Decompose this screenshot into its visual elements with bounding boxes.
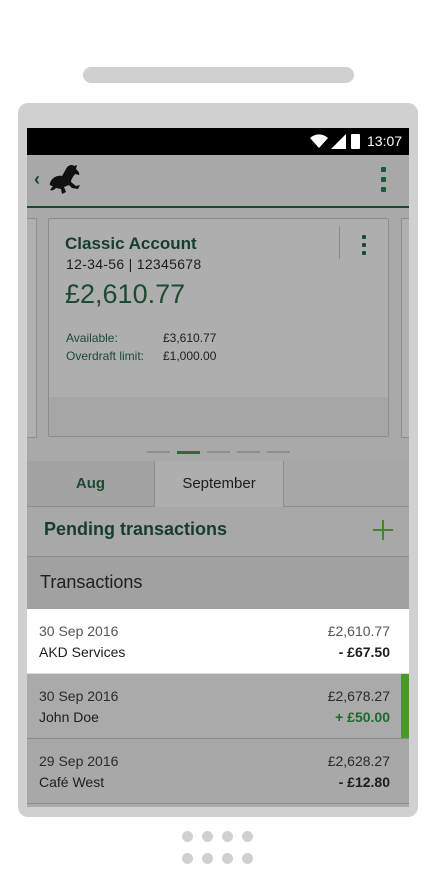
card-divider bbox=[339, 226, 340, 259]
transaction-amount: - £67.50 bbox=[338, 644, 390, 660]
transaction-row[interactable]: 30 Sep 2016 John Doe £2,678.27 + £50.00 bbox=[27, 674, 409, 739]
app-header: ‹ bbox=[27, 155, 409, 208]
pending-transactions-section[interactable]: Pending transactions bbox=[27, 507, 409, 557]
transaction-balance: £2,610.77 bbox=[327, 623, 390, 639]
next-account-card[interactable] bbox=[401, 218, 409, 438]
page-dot[interactable] bbox=[182, 853, 193, 864]
account-balance: £2,610.77 bbox=[65, 279, 186, 309]
signal-icon bbox=[331, 134, 346, 149]
transaction-date: 29 Sep 2016 bbox=[39, 753, 119, 769]
transaction-balance: £2,678.27 bbox=[327, 688, 390, 704]
plus-icon[interactable] bbox=[372, 519, 394, 541]
previous-account-card[interactable] bbox=[27, 218, 37, 438]
transaction-date: 30 Sep 2016 bbox=[39, 688, 119, 704]
page-dot[interactable] bbox=[202, 831, 213, 842]
transaction-row[interactable]: 29 Sep 2016 Café West £2,628.27 - £12.80 bbox=[27, 739, 409, 804]
page-dot[interactable] bbox=[182, 831, 193, 842]
transaction-name: John Doe bbox=[39, 709, 99, 725]
pager-dash bbox=[147, 451, 170, 453]
available-label: Available: bbox=[66, 331, 118, 345]
transaction-date: 30 Sep 2016 bbox=[39, 623, 119, 639]
account-card[interactable]: Classic Account 12-34-56 | 12345678 £2,6… bbox=[48, 218, 389, 437]
app-screen: 13:07 ‹ Classic Account 12-34-56 | 12345… bbox=[27, 128, 409, 807]
pending-title: Pending transactions bbox=[44, 519, 228, 539]
back-chevron-icon[interactable]: ‹ bbox=[34, 169, 40, 190]
transaction-amount: + £50.00 bbox=[335, 709, 390, 725]
page-dot[interactable] bbox=[242, 853, 253, 864]
carousel-pager bbox=[147, 451, 290, 455]
page-dot[interactable] bbox=[242, 831, 253, 842]
account-name: Classic Account bbox=[65, 234, 197, 253]
battery-icon bbox=[351, 134, 360, 149]
month-tabs: Aug September bbox=[27, 461, 409, 507]
account-number: 12-34-56 | 12345678 bbox=[66, 256, 202, 272]
available-value: £3,610.77 bbox=[163, 331, 217, 345]
transaction-name: Café West bbox=[39, 774, 105, 790]
device-speaker bbox=[83, 67, 354, 83]
tab-september[interactable]: September bbox=[154, 461, 284, 507]
tab-aug[interactable]: Aug bbox=[27, 461, 154, 507]
transaction-name: AKD Services bbox=[39, 644, 126, 660]
tutorial-page-dots bbox=[182, 831, 256, 867]
overdraft-value: £1,000.00 bbox=[163, 349, 217, 363]
overflow-menu-icon[interactable] bbox=[379, 167, 387, 195]
black-horse-logo-icon bbox=[49, 165, 80, 194]
transaction-row[interactable]: 30 Sep 2016 AKD Services £2,610.77 - £67… bbox=[27, 609, 409, 674]
page-dot[interactable] bbox=[222, 831, 233, 842]
status-bar: 13:07 bbox=[27, 128, 409, 155]
transactions-title: Transactions bbox=[40, 572, 143, 592]
pager-dash bbox=[267, 451, 290, 453]
account-carousel[interactable]: Classic Account 12-34-56 | 12345678 £2,6… bbox=[27, 208, 409, 461]
page-dot[interactable] bbox=[202, 853, 213, 864]
card-footer bbox=[49, 397, 388, 436]
wifi-icon bbox=[310, 134, 328, 148]
pager-dash-active bbox=[177, 451, 200, 454]
card-overflow-menu-icon[interactable] bbox=[360, 235, 368, 257]
credit-accent-bar bbox=[401, 674, 409, 738]
transaction-amount: - £12.80 bbox=[338, 774, 390, 790]
page-dot[interactable] bbox=[222, 853, 233, 864]
transactions-header: Transactions bbox=[27, 557, 409, 609]
pager-dash bbox=[237, 451, 260, 453]
status-time: 13:07 bbox=[367, 133, 403, 149]
pager-dash bbox=[207, 451, 230, 453]
transaction-balance: £2,628.27 bbox=[327, 753, 390, 769]
overdraft-label: Overdraft limit: bbox=[66, 349, 145, 363]
